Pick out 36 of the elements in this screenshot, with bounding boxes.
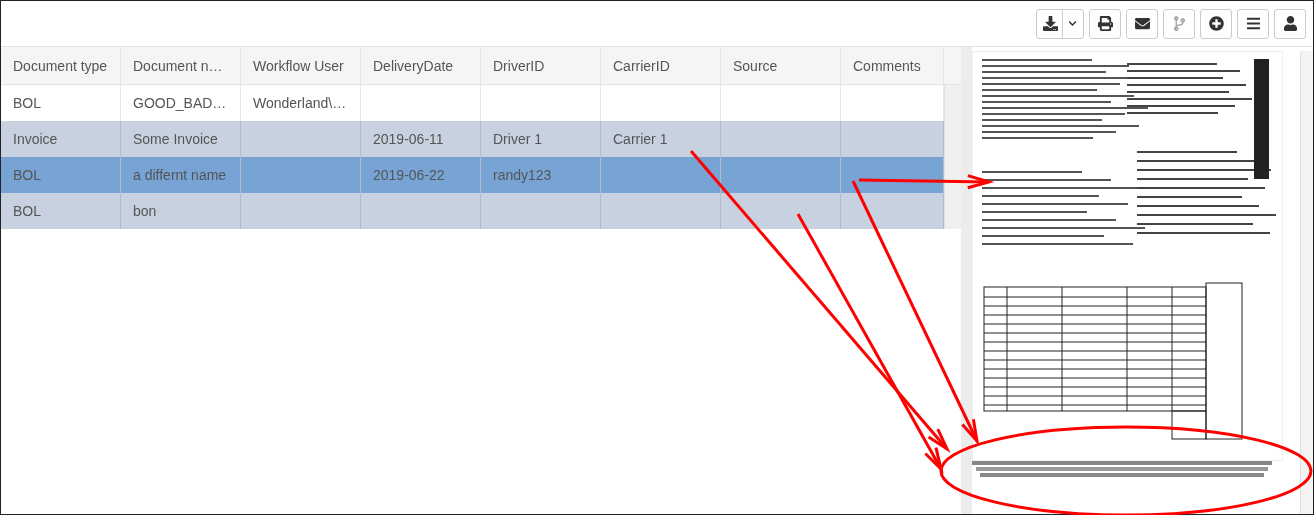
column-header[interactable]: Document n… [121, 47, 241, 85]
table-cell: Some Invoice [121, 121, 241, 157]
menu-icon [1245, 16, 1261, 31]
table-cell: Invoice [1, 121, 121, 157]
branch-icon [1171, 16, 1187, 31]
table-cell: bon [121, 193, 241, 229]
download-icon [1043, 16, 1058, 31]
printer-icon [1097, 16, 1113, 31]
panel-splitter[interactable] [961, 47, 972, 514]
download-button[interactable] [1036, 8, 1084, 39]
table-scrollbar[interactable] [944, 85, 961, 121]
column-header[interactable]: Workflow User [241, 47, 361, 85]
preview-scrollbar[interactable] [1300, 51, 1313, 514]
add-button[interactable] [1200, 8, 1232, 39]
user-button[interactable] [1274, 8, 1306, 39]
table-cell: BOL [1, 193, 121, 229]
envelope-icon [1134, 16, 1150, 31]
column-header[interactable]: DeliveryDate [361, 47, 481, 85]
column-header[interactable]: CarrierID [601, 47, 721, 85]
caret-icon [1068, 19, 1077, 28]
table-cell: 2019-06-22 [361, 157, 481, 193]
column-header[interactable]: Comments [841, 47, 944, 85]
column-header[interactable]: Document type [1, 47, 121, 85]
table-cell: BOL [1, 157, 121, 193]
column-header[interactable]: Source [721, 47, 841, 85]
table-cell: 2019-06-11 [361, 121, 481, 157]
table-cell: a differnt name [121, 157, 241, 193]
table-cell: Carrier 1 [601, 121, 721, 157]
user-icon [1282, 16, 1298, 31]
column-header[interactable]: DriverID [481, 47, 601, 85]
menu-button[interactable] [1237, 8, 1269, 39]
print-button[interactable] [1089, 8, 1121, 39]
email-button[interactable] [1126, 8, 1158, 39]
table-cell: randy123 [481, 157, 601, 193]
table-scrollbar[interactable] [944, 193, 961, 229]
table-cell: Driver 1 [481, 121, 601, 157]
